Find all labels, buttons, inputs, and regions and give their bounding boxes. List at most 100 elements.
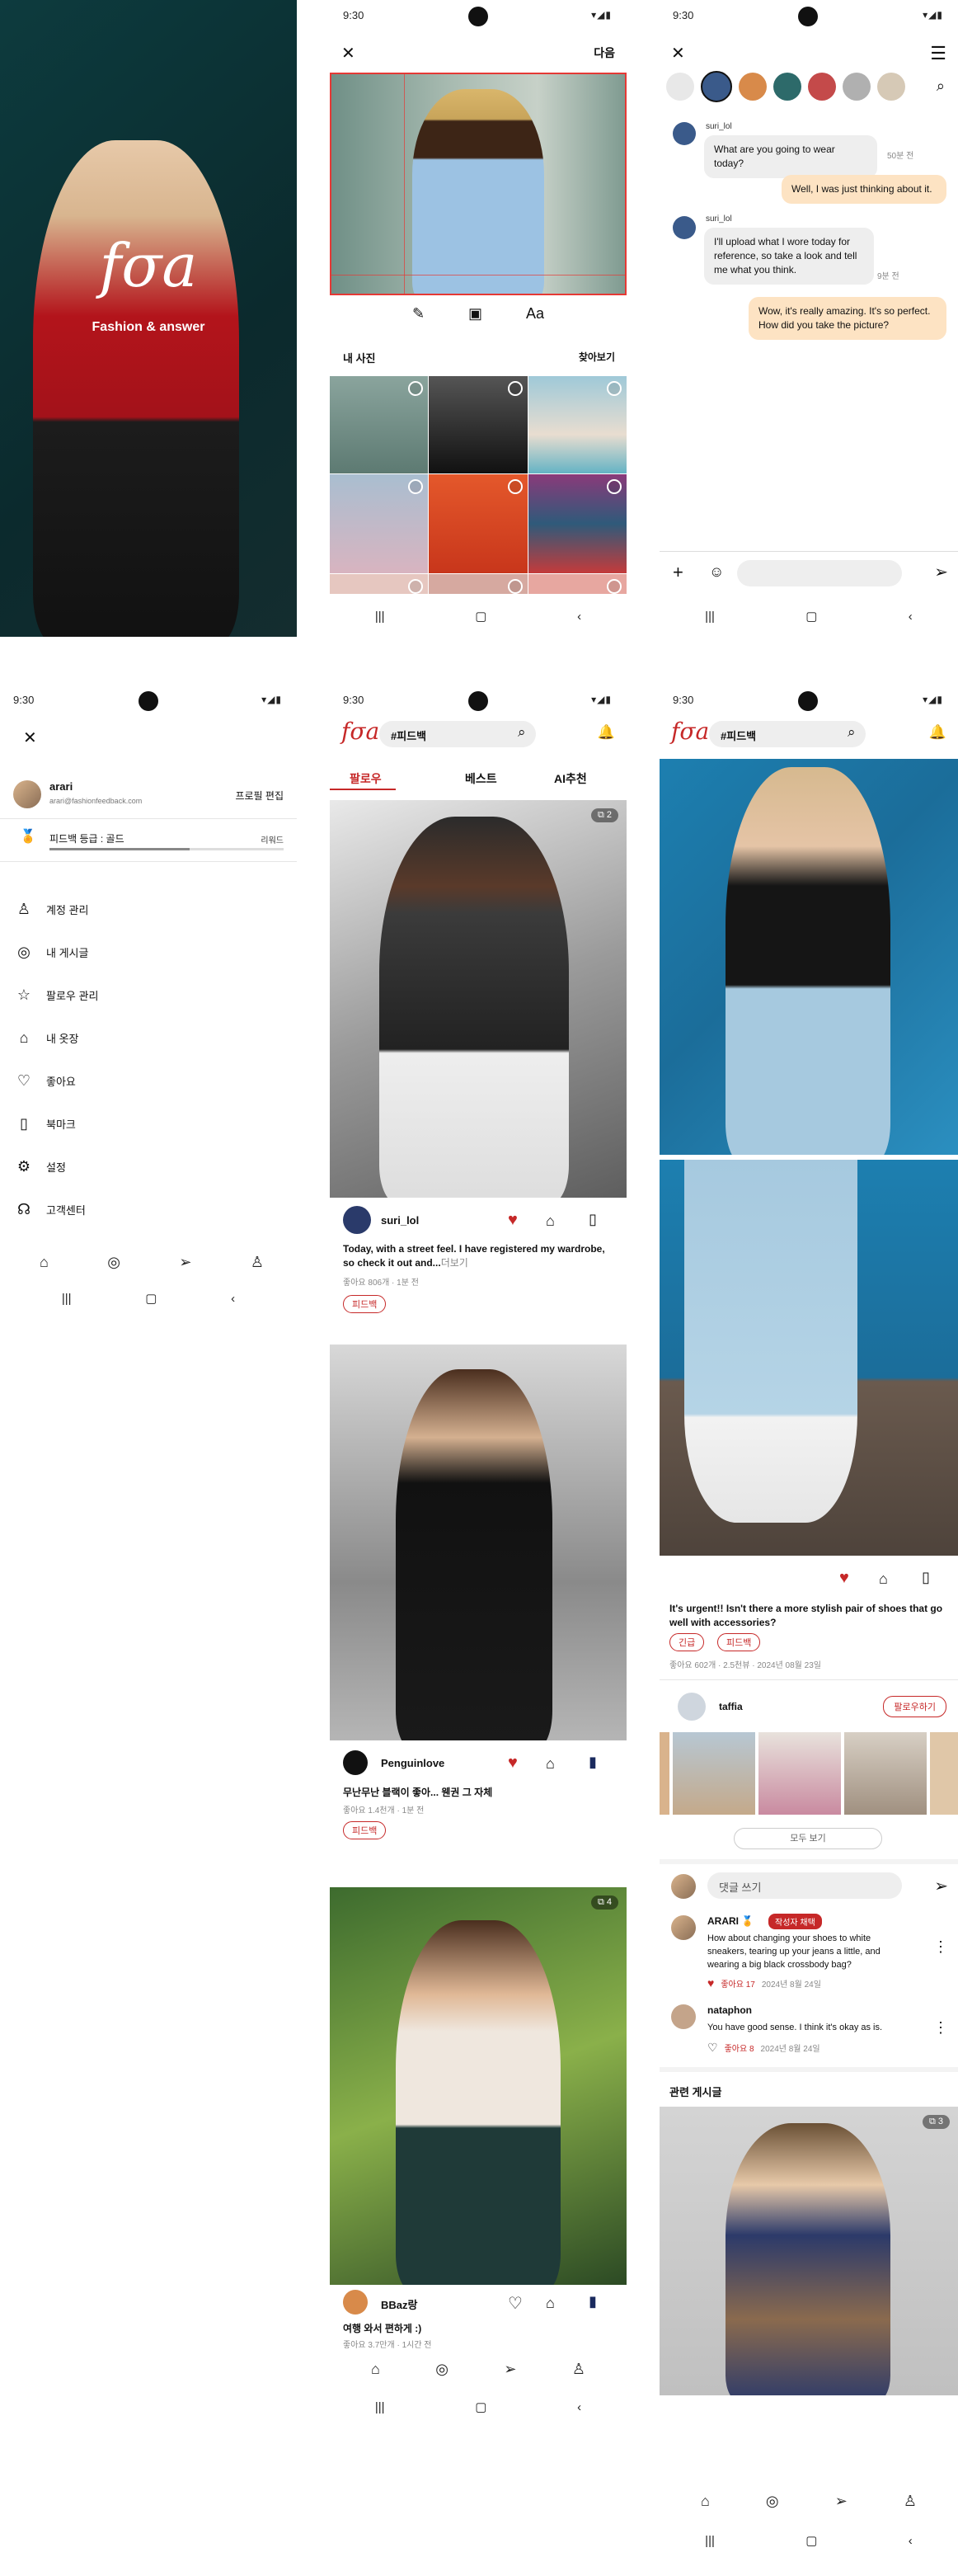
menu-settings[interactable]: ⚙ 설정 (15, 1158, 66, 1175)
browse-link[interactable]: 찾아보기 (579, 350, 615, 364)
home-icon[interactable]: ⌂ (40, 1254, 49, 1271)
crop-frame[interactable] (330, 73, 627, 295)
heart-icon[interactable]: ♥ (707, 1976, 714, 1990)
story-avatar[interactable] (701, 71, 732, 102)
comment-input[interactable]: 댓글 쓰기 (707, 1872, 902, 1899)
like-icon[interactable]: ♡ (508, 2293, 523, 2314)
app-logo[interactable]: fσa (341, 718, 379, 745)
like-icon[interactable]: ♥ (839, 1569, 849, 1588)
post-photo[interactable] (330, 1345, 627, 1740)
recent-apps-icon[interactable]: ||| (375, 610, 385, 624)
menu-icon[interactable]: ☰ (930, 43, 946, 64)
heart-icon[interactable]: ♡ (707, 2041, 718, 2055)
select-checkbox[interactable] (508, 579, 523, 594)
home-system-icon[interactable]: ▢ (475, 2399, 486, 2414)
bookmark-icon[interactable]: ▮ (589, 2293, 597, 2310)
add-icon[interactable]: + (673, 562, 683, 583)
menu-follow[interactable]: ☆ 팔로우 관리 (15, 987, 99, 1004)
author-photo-thumb[interactable] (660, 1732, 669, 1815)
post-photo[interactable]: ⧉ 4 (330, 1887, 627, 2285)
menu-closet[interactable]: ⌂ 내 옷장 (15, 1029, 79, 1047)
gallery-icon[interactable]: ▣ (468, 305, 482, 323)
send-icon[interactable]: ➢ (504, 2361, 516, 2378)
tab-ai[interactable]: AI추천 (554, 770, 587, 787)
follow-button[interactable]: 팔로우하기 (883, 1696, 946, 1717)
search-icon[interactable]: ⌕ (937, 78, 945, 95)
comment-more-icon[interactable]: ⋮ (933, 1938, 948, 1956)
photo-thumb[interactable] (330, 574, 428, 594)
back-system-icon[interactable]: ‹ (577, 2400, 581, 2414)
photo-thumb[interactable] (429, 574, 528, 594)
story-avatar[interactable] (773, 73, 801, 101)
post-photo[interactable]: ⧉ 2 (330, 800, 627, 1198)
send-icon[interactable]: ➢ (934, 1876, 948, 1896)
reward-link[interactable]: 리워드 (261, 833, 284, 845)
post-username[interactable]: Penguinlove (381, 1757, 444, 1769)
closet-icon[interactable]: ⌂ (546, 1755, 555, 1773)
author-username[interactable]: taffia (719, 1701, 743, 1712)
home-system-icon[interactable]: ▢ (475, 609, 486, 624)
closet-icon[interactable]: ⌂ (546, 1213, 555, 1230)
bookmark-icon[interactable]: ▯ (922, 1569, 930, 1586)
bookmark-icon[interactable]: ▮ (589, 1754, 597, 1771)
story-avatar[interactable] (843, 73, 871, 101)
like-icon[interactable]: ♥ (508, 1754, 518, 1773)
tab-best[interactable]: 베스트 (465, 770, 497, 787)
commenter-username[interactable]: ARARI 🏅 (707, 1915, 754, 1927)
story-avatar[interactable] (808, 73, 836, 101)
recent-apps-icon[interactable]: ||| (62, 1292, 72, 1306)
close-icon[interactable]: ✕ (671, 43, 685, 64)
post-photo[interactable] (660, 759, 958, 1155)
search-input[interactable]: #피드백 (709, 721, 866, 747)
post-photo[interactable] (660, 1160, 958, 1556)
menu-my-posts[interactable]: ◎ 내 게시글 (15, 944, 88, 961)
story-avatar[interactable] (739, 73, 767, 101)
commenter-avatar[interactable] (671, 2004, 696, 2029)
message-input[interactable] (737, 560, 902, 586)
select-checkbox[interactable] (508, 381, 523, 396)
more-link[interactable]: 더보기 (441, 1257, 468, 1269)
tab-follow[interactable]: 팔로우 (350, 770, 382, 787)
search-input[interactable]: #피드백 (379, 721, 536, 747)
camera-icon[interactable]: ◎ (107, 1254, 120, 1271)
commenter-avatar[interactable] (671, 1915, 696, 1940)
back-system-icon[interactable]: ‹ (231, 1292, 235, 1306)
recent-apps-icon[interactable]: ||| (705, 2534, 715, 2548)
urgent-tag[interactable]: 긴급 (669, 1633, 705, 1651)
send-icon[interactable]: ➢ (835, 2493, 848, 2510)
back-system-icon[interactable]: ‹ (909, 610, 913, 624)
send-icon[interactable]: ➢ (934, 562, 948, 582)
menu-account[interactable]: ♙ 계정 관리 (15, 901, 89, 918)
home-system-icon[interactable]: ▢ (145, 1291, 157, 1306)
select-checkbox[interactable] (607, 579, 622, 594)
author-avatar[interactable] (678, 1693, 706, 1721)
comment-more-icon[interactable]: ⋮ (933, 2019, 948, 2037)
like-icon[interactable]: ♥ (508, 1211, 518, 1230)
close-icon[interactable]: ✕ (23, 728, 37, 748)
post-avatar[interactable] (343, 2290, 368, 2315)
commenter-username[interactable]: nataphon (707, 2004, 752, 2016)
feedback-tag[interactable]: 피드백 (343, 1295, 387, 1313)
select-checkbox[interactable] (607, 479, 622, 494)
emoji-icon[interactable]: ☺ (709, 563, 724, 581)
camera-icon[interactable]: ◎ (766, 2493, 779, 2510)
related-post-photo[interactable]: ⧉ 3 (660, 2107, 958, 2395)
home-icon[interactable]: ⌂ (701, 2493, 710, 2510)
select-checkbox[interactable] (408, 479, 423, 494)
search-icon[interactable]: ⌕ (848, 724, 856, 741)
bell-icon[interactable]: 🔔 (929, 724, 946, 741)
chat-user-avatar[interactable] (673, 216, 696, 239)
profile-icon[interactable]: ♙ (251, 1254, 264, 1271)
bell-icon[interactable]: 🔔 (598, 724, 615, 741)
author-photo-thumb[interactable] (673, 1732, 755, 1815)
select-checkbox[interactable] (408, 381, 423, 396)
author-photo-thumb[interactable] (758, 1732, 841, 1815)
profile-icon[interactable]: ♙ (572, 2361, 585, 2378)
menu-likes[interactable]: ♡ 좋아요 (15, 1072, 76, 1090)
photo-thumb[interactable] (528, 376, 627, 473)
home-icon[interactable]: ⌂ (371, 2361, 380, 2378)
menu-support[interactable]: ☊ 고객센터 (15, 1201, 86, 1218)
photo-thumb[interactable] (330, 376, 428, 473)
story-avatar[interactable] (877, 73, 905, 101)
back-system-icon[interactable]: ‹ (577, 610, 581, 624)
